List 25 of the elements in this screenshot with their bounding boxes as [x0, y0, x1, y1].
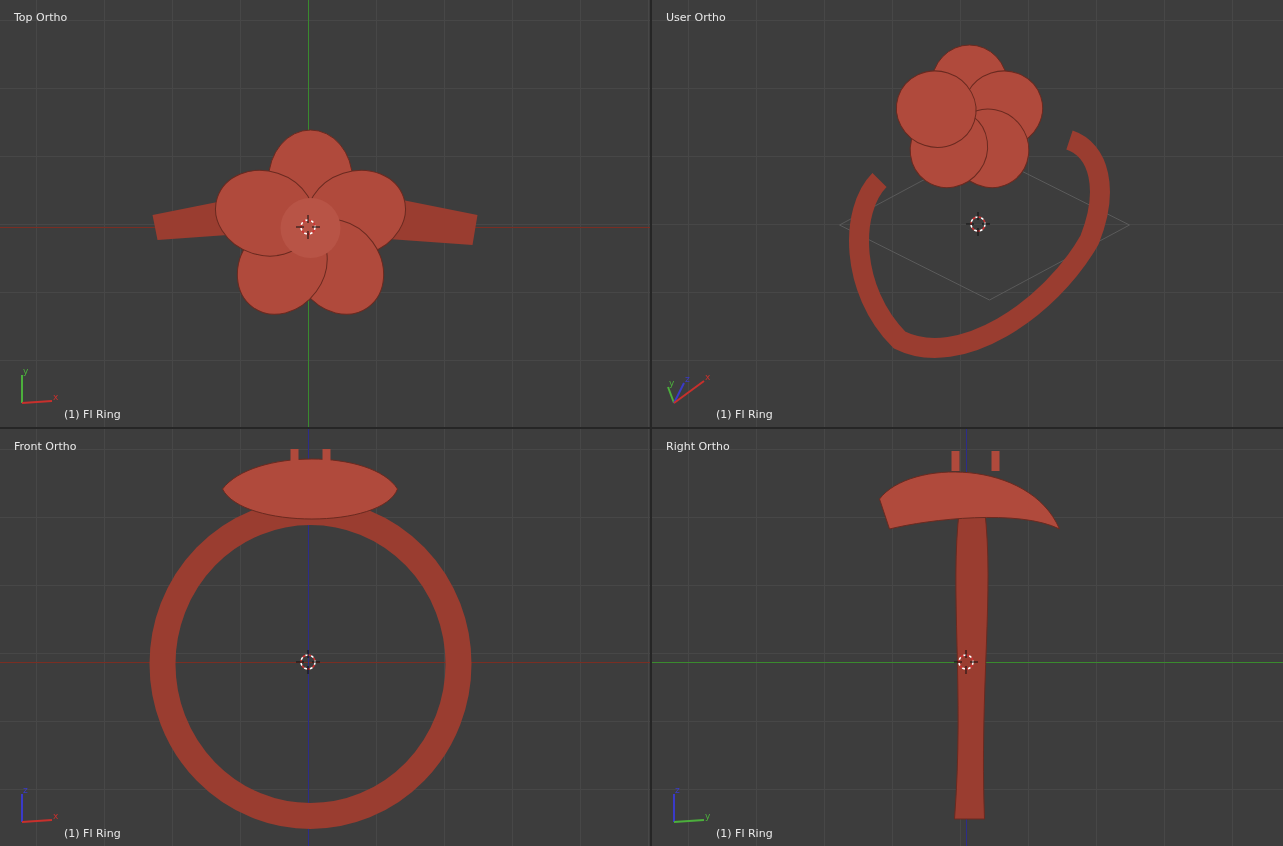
- viewport-title: Front Ortho: [14, 440, 77, 453]
- 3d-cursor-icon: [954, 650, 978, 674]
- viewport[interactable]: Top Ortho y x (1) Fl Ring: [0, 0, 650, 427]
- viewport[interactable]: Right Ortho z y (1) Fl Ring: [652, 429, 1283, 846]
- axis-label: x: [53, 812, 59, 821]
- 3d-cursor-icon: [966, 212, 990, 236]
- viewport-title: User Ortho: [666, 11, 726, 24]
- axis-label: z: [23, 786, 28, 795]
- axis-label: z: [685, 375, 690, 384]
- object-label: (1) Fl Ring: [716, 827, 773, 840]
- axis-label: x: [53, 393, 59, 402]
- axis-label: z: [675, 786, 680, 795]
- 3d-cursor-icon: [296, 215, 320, 239]
- object-label: (1) Fl Ring: [64, 827, 121, 840]
- viewport-title: Right Ortho: [666, 440, 730, 453]
- axis-label: y: [705, 812, 711, 821]
- object-label: (1) Fl Ring: [64, 408, 121, 421]
- axis-label: y: [23, 367, 29, 376]
- axis-label: x: [705, 373, 711, 382]
- 3d-cursor-icon: [296, 650, 320, 674]
- viewport-title: Top Ortho: [14, 11, 68, 24]
- viewport[interactable]: User Ortho y z x (1) Fl Ring: [652, 0, 1283, 427]
- object-label: (1) Fl Ring: [716, 408, 773, 421]
- axis-label: y: [669, 379, 675, 388]
- viewport[interactable]: Front Ortho z x (1) Fl Ring: [0, 429, 650, 846]
